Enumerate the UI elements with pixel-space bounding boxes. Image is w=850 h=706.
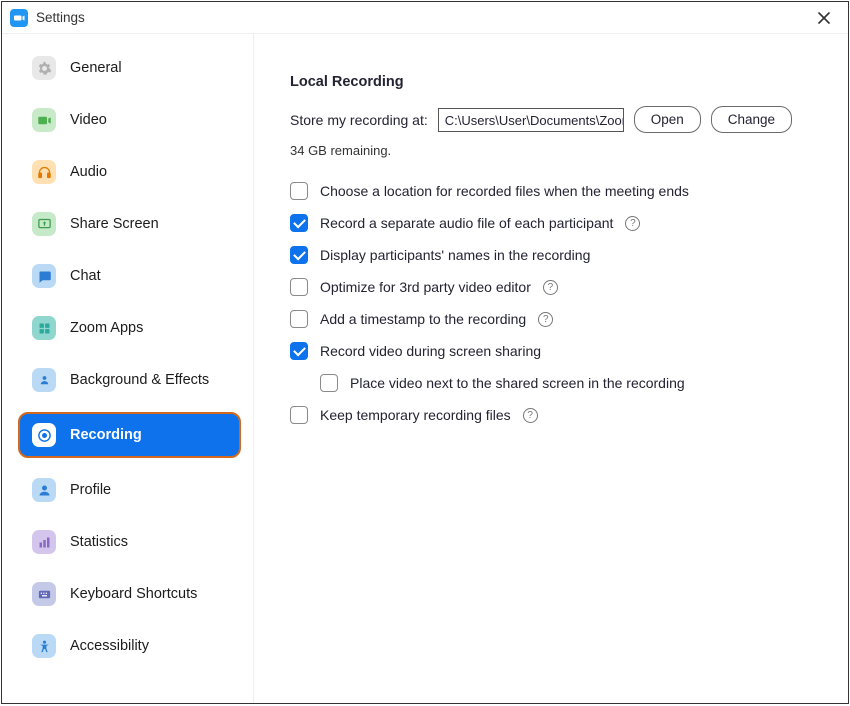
recording-settings-panel: Local Recording Store my recording at: C… (254, 34, 848, 703)
apps-icon (32, 316, 56, 340)
checkbox-place-video-next[interactable] (320, 374, 338, 392)
open-button[interactable]: Open (634, 106, 701, 133)
sidebar-item-share-screen[interactable]: Share Screen (18, 204, 241, 244)
checkbox-record-screen-share[interactable] (290, 342, 308, 360)
option-label: Optimize for 3rd party video editor (320, 279, 531, 295)
sidebar-item-label: Recording (70, 427, 142, 443)
accessibility-icon (32, 634, 56, 658)
storage-remaining: 34 GB remaining. (290, 143, 812, 158)
sidebar-item-chat[interactable]: Chat (18, 256, 241, 296)
close-button[interactable] (810, 4, 838, 32)
sidebar-item-label: Video (70, 112, 107, 128)
store-location-input[interactable]: C:\Users\User\Documents\Zoom (438, 108, 624, 132)
sidebar-item-accessibility[interactable]: Accessibility (18, 626, 241, 666)
option-label: Record a separate audio file of each par… (320, 215, 613, 231)
zoom-logo-icon (10, 9, 28, 27)
sidebar-item-audio[interactable]: Audio (18, 152, 241, 192)
option-timestamp: Add a timestamp to the recording ? (290, 310, 812, 328)
option-place-video-next: Place video next to the shared screen in… (320, 374, 812, 392)
checkbox-optimize-3rd[interactable] (290, 278, 308, 296)
checkbox-choose-location[interactable] (290, 182, 308, 200)
help-icon[interactable]: ? (543, 280, 558, 295)
option-separate-audio: Record a separate audio file of each par… (290, 214, 812, 232)
sidebar-item-keyboard[interactable]: Keyboard Shortcuts (18, 574, 241, 614)
checkbox-timestamp[interactable] (290, 310, 308, 328)
sidebar-item-statistics[interactable]: Statistics (18, 522, 241, 562)
checkbox-keep-temp[interactable] (290, 406, 308, 424)
video-camera-icon (32, 108, 56, 132)
option-label: Place video next to the shared screen in… (350, 375, 685, 391)
sidebar-item-recording[interactable]: Recording (18, 412, 241, 458)
store-location-label: Store my recording at: (290, 112, 428, 128)
help-icon[interactable]: ? (523, 408, 538, 423)
checkbox-separate-audio[interactable] (290, 214, 308, 232)
chat-bubble-icon (32, 264, 56, 288)
sidebar-item-video[interactable]: Video (18, 100, 241, 140)
window-body: General Video Audio Share Screen (2, 34, 848, 703)
section-title: Local Recording (290, 74, 812, 90)
record-icon (32, 423, 56, 447)
store-location-row: Store my recording at: C:\Users\User\Doc… (290, 106, 812, 133)
headphones-icon (32, 160, 56, 184)
sidebar-item-zoom-apps[interactable]: Zoom Apps (18, 308, 241, 348)
option-optimize-3rd: Optimize for 3rd party video editor ? (290, 278, 812, 296)
sidebar-item-label: Background & Effects (70, 372, 209, 388)
sidebar-item-background[interactable]: Background & Effects (18, 360, 241, 400)
option-choose-location: Choose a location for recorded files whe… (290, 182, 812, 200)
title-bar: Settings (2, 2, 848, 34)
help-icon[interactable]: ? (625, 216, 640, 231)
sidebar: General Video Audio Share Screen (2, 34, 254, 703)
close-icon (817, 11, 831, 25)
sidebar-item-label: Statistics (70, 534, 128, 550)
option-label: Record video during screen sharing (320, 343, 541, 359)
gear-icon (32, 56, 56, 80)
share-screen-icon (32, 212, 56, 236)
option-label: Add a timestamp to the recording (320, 311, 526, 327)
option-label: Keep temporary recording files (320, 407, 511, 423)
sidebar-item-label: Share Screen (70, 216, 159, 232)
sidebar-item-label: Keyboard Shortcuts (70, 586, 197, 602)
background-icon (32, 368, 56, 392)
sidebar-item-label: Audio (70, 164, 107, 180)
sidebar-item-label: General (70, 60, 122, 76)
settings-window: Settings General Video (1, 1, 849, 704)
sidebar-item-label: Accessibility (70, 638, 149, 654)
option-label: Display participants' names in the recor… (320, 247, 590, 263)
sidebar-item-profile[interactable]: Profile (18, 470, 241, 510)
keyboard-icon (32, 582, 56, 606)
statistics-icon (32, 530, 56, 554)
window-title: Settings (36, 10, 85, 25)
recording-options: Choose a location for recorded files whe… (290, 182, 812, 424)
option-label: Choose a location for recorded files whe… (320, 183, 689, 199)
option-keep-temp: Keep temporary recording files ? (290, 406, 812, 424)
checkbox-display-names[interactable] (290, 246, 308, 264)
change-button[interactable]: Change (711, 106, 792, 133)
option-display-names: Display participants' names in the recor… (290, 246, 812, 264)
help-icon[interactable]: ? (538, 312, 553, 327)
sidebar-item-label: Chat (70, 268, 101, 284)
sidebar-item-label: Zoom Apps (70, 320, 143, 336)
sidebar-item-label: Profile (70, 482, 111, 498)
profile-icon (32, 478, 56, 502)
option-record-screen-share: Record video during screen sharing (290, 342, 812, 360)
sidebar-item-general[interactable]: General (18, 48, 241, 88)
